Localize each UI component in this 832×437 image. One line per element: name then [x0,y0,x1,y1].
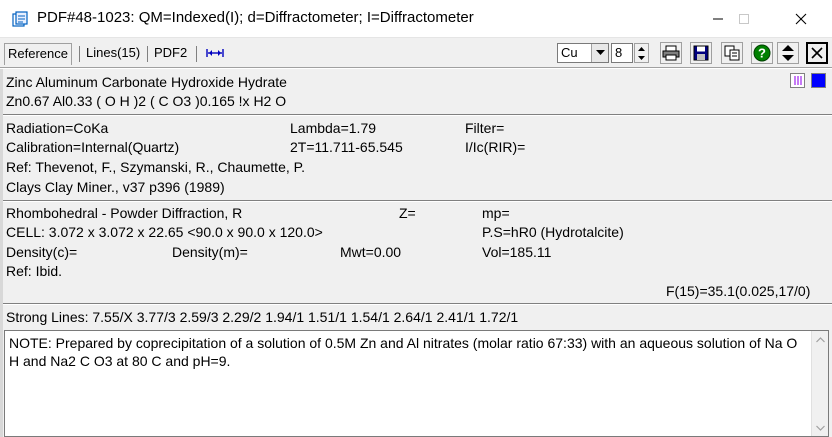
compound-formula: Zn0.67 Al0.33 ( O H )2 ( C O3 )0.165 !x … [6,93,287,109]
strong-lines: Strong Lines: 7.55/X 3.77/3 2.59/3 2.29/… [6,309,519,325]
close-icon [811,47,823,59]
maximize-button[interactable] [721,0,767,37]
anode-select[interactable]: Cu [557,43,609,63]
calibration: Calibration=Internal(Quartz) [6,139,180,155]
tab-separator [196,46,197,62]
reference-journal: Clays Clay Miner., v37 p396 (1989) [6,179,225,195]
divider [3,201,832,202]
z-value: Z= [399,205,416,221]
sort-button[interactable] [777,42,799,64]
wavelength-field[interactable]: 8 [611,43,633,63]
copy-icon [724,45,740,61]
pearson-symbol: P.S=hR0 (Hydrotalcite) [482,224,624,240]
blue-color-swatch[interactable] [811,73,826,88]
save-button[interactable] [690,42,712,64]
wavelength-value: 8 [615,45,623,60]
toolbar: Reference Lines(15) PDF2 Cu 8 ? [0,38,832,68]
unit-cell: CELL: 3.072 x 3.072 x 22.65 <90.0 x 90.0… [6,224,323,240]
close-pane-button[interactable] [806,42,828,64]
note-text: NOTE: Prepared by coprecipitation of a s… [9,335,798,369]
figure-of-merit: F(15)=35.1(0.025,17/0) [666,283,811,299]
purple-lines-swatch[interactable] [790,73,805,88]
reference-authors: Ref: Thevenot, F., Szymanski, R., Chaume… [6,159,306,175]
scroll-down-icon[interactable] [812,419,828,436]
printer-icon [662,45,680,61]
title-bar: PDF#48-1023: QM=Indexed(I); d=Diffractom… [0,0,832,38]
wavelength-spinner[interactable] [634,43,649,63]
maximize-icon [739,13,749,24]
density-measured: Density(m)= [172,244,248,260]
svg-text:?: ? [758,46,766,61]
tab-reference[interactable]: Reference [4,43,72,65]
help-icon: ? [753,44,771,62]
chevron-down-icon[interactable] [591,44,608,62]
purple-lines-icon [794,76,802,85]
spin-down-icon[interactable] [635,53,648,62]
i-ic-rir: I/Ic(RIR)= [465,139,526,155]
radiation: Radiation=CoKa [6,120,109,136]
expand-width-icon [206,49,224,57]
compound-name: Zinc Aluminum Carbonate Hydroxide Hydrat… [6,74,287,90]
tab-pdf2-label: PDF2 [154,45,188,60]
up-down-arrow-icon [782,45,794,61]
tab-reference-label: Reference [8,46,68,61]
density-calculated: Density(c)= [6,244,78,260]
tab-lines[interactable]: Lines(15) [83,43,143,65]
crystal-reference: Ref: Ibid. [6,263,63,279]
floppy-disk-icon [693,45,709,61]
print-button[interactable] [660,42,682,64]
tab-separator [147,46,148,62]
close-icon [795,13,807,24]
scroll-track[interactable] [812,348,828,419]
note-text-area[interactable]: NOTE: Prepared by coprecipitation of a s… [4,330,829,437]
melting-point: mp= [482,205,510,221]
crystal-system: Rhombohedral - Powder Diffraction, R [6,205,243,221]
expand-width-button[interactable] [203,42,227,64]
two-theta-range: 2T=11.711-65.545 [290,139,403,155]
tab-lines-label: Lines(15) [86,45,141,60]
close-button[interactable] [778,0,824,37]
divider [3,115,832,116]
tab-pdf2[interactable]: PDF2 [151,43,190,65]
help-button[interactable]: ? [751,42,773,64]
lambda: Lambda=1.79 [290,120,377,136]
anode-select-value: Cu [561,45,578,60]
window-title: PDF#48-1023: QM=Indexed(I); d=Diffractom… [37,9,474,26]
tab-separator [79,46,80,62]
copy-button[interactable] [721,42,743,64]
spin-up-icon[interactable] [635,44,648,53]
note-scrollbar[interactable] [811,331,828,436]
molecular-weight: Mwt=0.00 [340,244,402,260]
app-icon [12,11,28,27]
filter: Filter= [465,120,505,136]
divider [3,304,832,305]
scroll-up-icon[interactable] [812,331,828,348]
cell-volume: Vol=185.11 [482,244,552,260]
